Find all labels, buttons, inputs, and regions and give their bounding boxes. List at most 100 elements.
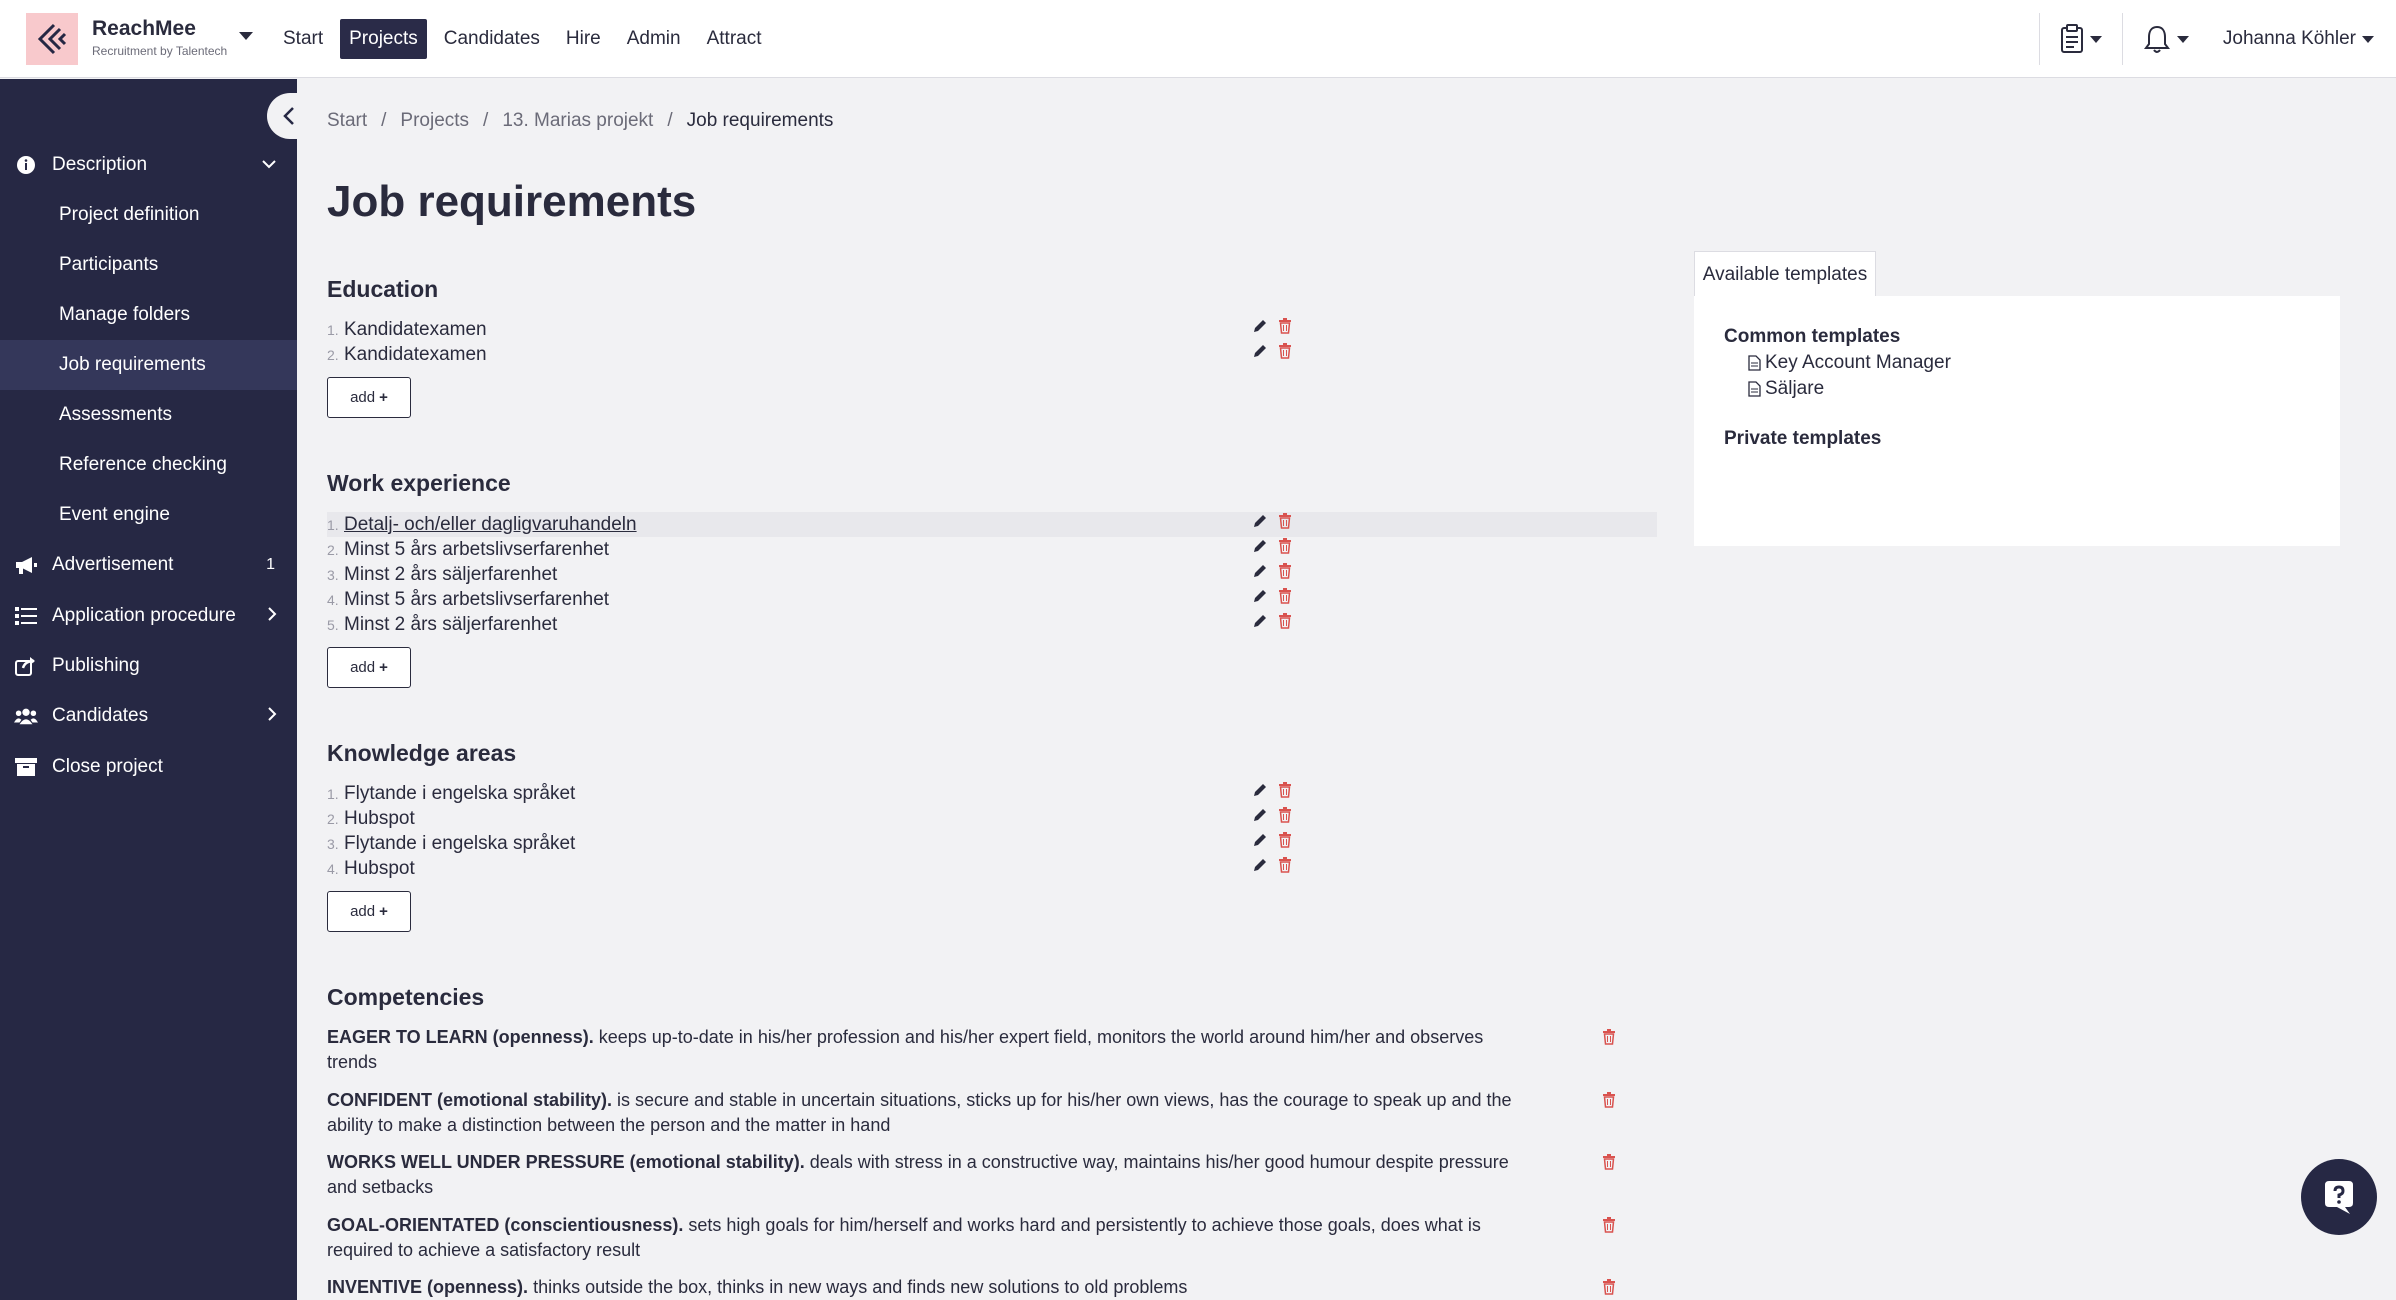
trash-icon[interactable] — [1278, 613, 1292, 635]
trash-icon[interactable] — [1602, 1279, 1616, 1300]
brand-dropdown-icon[interactable] — [239, 32, 253, 40]
tab-available-templates[interactable]: Available templates — [1694, 251, 1876, 297]
trash-icon[interactable] — [1278, 563, 1292, 585]
breadcrumb-projects[interactable]: Projects — [400, 110, 469, 132]
template-name: Säljare — [1765, 378, 1825, 399]
add-education-button[interactable]: add + — [327, 377, 411, 418]
competency-name: GOAL-ORIENTATED (conscientiousness). — [327, 1215, 684, 1235]
sidebar-item-close-project[interactable]: Close project — [0, 742, 297, 792]
list-item: 2. Kandidatexamen — [327, 343, 487, 365]
pencil-icon[interactable] — [1252, 807, 1268, 829]
list-item: 4. Hubspot — [327, 857, 415, 879]
logo-icon — [37, 23, 67, 55]
row-actions — [1252, 343, 1292, 365]
trash-icon[interactable] — [1602, 1029, 1616, 1051]
trash-icon[interactable] — [1278, 343, 1292, 365]
user-menu[interactable]: Johanna Köhler — [2209, 28, 2396, 50]
trash-icon[interactable] — [1278, 832, 1292, 854]
template-item[interactable]: Säljare — [1748, 378, 1824, 400]
template-item[interactable]: Key Account Manager — [1748, 352, 1951, 374]
list-item: 2. Minst 5 års arbetslivserfarenhet — [327, 538, 610, 560]
competency-item: GOAL-ORIENTATED (conscientiousness). set… — [327, 1213, 1527, 1263]
sidebar-item-candidates[interactable]: Candidates — [0, 691, 297, 741]
sidebar-item-event-engine[interactable]: Event engine — [0, 490, 297, 540]
breadcrumb-separator: / — [667, 110, 673, 131]
competency-item: WORKS WELL UNDER PRESSURE (emotional sta… — [327, 1150, 1527, 1200]
item-text[interactable]: Detalj- och/eller dagligvaruhandeln — [344, 514, 637, 536]
list-icon — [14, 604, 38, 628]
chevron-left-icon — [283, 107, 294, 125]
sidebar-item-description[interactable]: Description — [0, 140, 297, 190]
pencil-icon[interactable] — [1252, 318, 1268, 340]
sidebar-item-application-procedure[interactable]: Application procedure — [0, 591, 297, 641]
row-actions — [1252, 318, 1292, 340]
user-name: Johanna Köhler — [2222, 28, 2356, 49]
help-chat-button[interactable] — [2301, 1159, 2377, 1235]
competency-item: EAGER TO LEARN (openness). keeps up-to-d… — [327, 1025, 1527, 1075]
clipboard-menu-button[interactable] — [2040, 0, 2122, 78]
nav-hire[interactable]: Hire — [557, 19, 610, 59]
sidebar-item-label: Manage folders — [59, 304, 190, 325]
notifications-button[interactable] — [2123, 0, 2209, 78]
trash-icon[interactable] — [1278, 538, 1292, 560]
pencil-icon[interactable] — [1252, 513, 1268, 535]
add-knowledge-area-button[interactable]: add + — [327, 891, 411, 932]
breadcrumb-separator: / — [381, 110, 387, 131]
nav-candidates[interactable]: Candidates — [435, 19, 549, 59]
sidebar-item-reference-checking[interactable]: Reference checking — [0, 440, 297, 490]
pencil-icon[interactable] — [1252, 832, 1268, 854]
template-name: Key Account Manager — [1765, 352, 1951, 373]
trash-icon[interactable] — [1278, 782, 1292, 804]
sidebar-item-publishing[interactable]: Publishing — [0, 641, 297, 691]
sidebar-item-job-requirements[interactable]: Job requirements — [0, 340, 297, 390]
chevron-right-icon — [267, 706, 277, 727]
row-actions — [1252, 513, 1292, 535]
list-item: 1. Kandidatexamen — [327, 318, 487, 340]
pencil-icon[interactable] — [1252, 538, 1268, 560]
trash-icon[interactable] — [1602, 1092, 1616, 1114]
pencil-icon[interactable] — [1252, 857, 1268, 879]
nav-projects[interactable]: Projects — [340, 19, 427, 59]
sidebar-item-label: Reference checking — [59, 454, 227, 475]
breadcrumb-current: Job requirements — [686, 110, 834, 131]
pencil-icon[interactable] — [1252, 613, 1268, 635]
collapse-sidebar-button[interactable] — [267, 93, 311, 139]
trash-icon[interactable] — [1602, 1217, 1616, 1239]
pencil-icon[interactable] — [1252, 782, 1268, 804]
item-text: Minst 2 års säljerfarenhet — [344, 613, 558, 635]
top-navbar: ReachMee Recruitment by Talentech Start … — [0, 0, 2396, 78]
competencies-title: Competencies — [327, 984, 485, 1010]
brand-subtitle: Recruitment by Talentech — [92, 44, 228, 58]
item-text: Hubspot — [344, 807, 415, 829]
sidebar-item-project-definition[interactable]: Project definition — [0, 190, 297, 240]
sidebar-item-manage-folders[interactable]: Manage folders — [0, 290, 297, 340]
users-icon — [14, 704, 38, 728]
trash-icon[interactable] — [1278, 318, 1292, 340]
breadcrumb-start[interactable]: Start — [327, 110, 367, 132]
trash-icon[interactable] — [1602, 1154, 1616, 1176]
sidebar-item-participants[interactable]: Participants — [0, 240, 297, 290]
item-text: Minst 5 års arbetslivserfarenhet — [344, 538, 610, 560]
item-text: Hubspot — [344, 857, 415, 879]
pencil-icon[interactable] — [1252, 588, 1268, 610]
nav-start[interactable]: Start — [274, 19, 332, 59]
sidebar-item-assessments[interactable]: Assessments — [0, 390, 297, 440]
sidebar-item-advertisement[interactable]: Advertisement 1 — [0, 540, 297, 590]
trash-icon[interactable] — [1278, 857, 1292, 879]
item-text: Minst 5 års arbetslivserfarenhet — [344, 588, 610, 610]
trash-icon[interactable] — [1278, 807, 1292, 829]
add-work-experience-button[interactable]: add + — [327, 647, 411, 688]
trash-icon[interactable] — [1278, 513, 1292, 535]
reachmee-logo[interactable] — [26, 13, 78, 65]
item-text: Minst 2 års säljerfarenhet — [344, 563, 558, 585]
nav-attract[interactable]: Attract — [698, 19, 771, 59]
trash-icon[interactable] — [1278, 588, 1292, 610]
nav-admin[interactable]: Admin — [618, 19, 690, 59]
clipboard-icon — [2060, 24, 2083, 53]
sidebar-item-label: Event engine — [59, 504, 170, 525]
add-label: add — [350, 659, 376, 676]
list-item: 2. Hubspot — [327, 807, 415, 829]
pencil-icon[interactable] — [1252, 343, 1268, 365]
breadcrumb-project[interactable]: 13. Marias projekt — [502, 110, 653, 132]
pencil-icon[interactable] — [1252, 563, 1268, 585]
